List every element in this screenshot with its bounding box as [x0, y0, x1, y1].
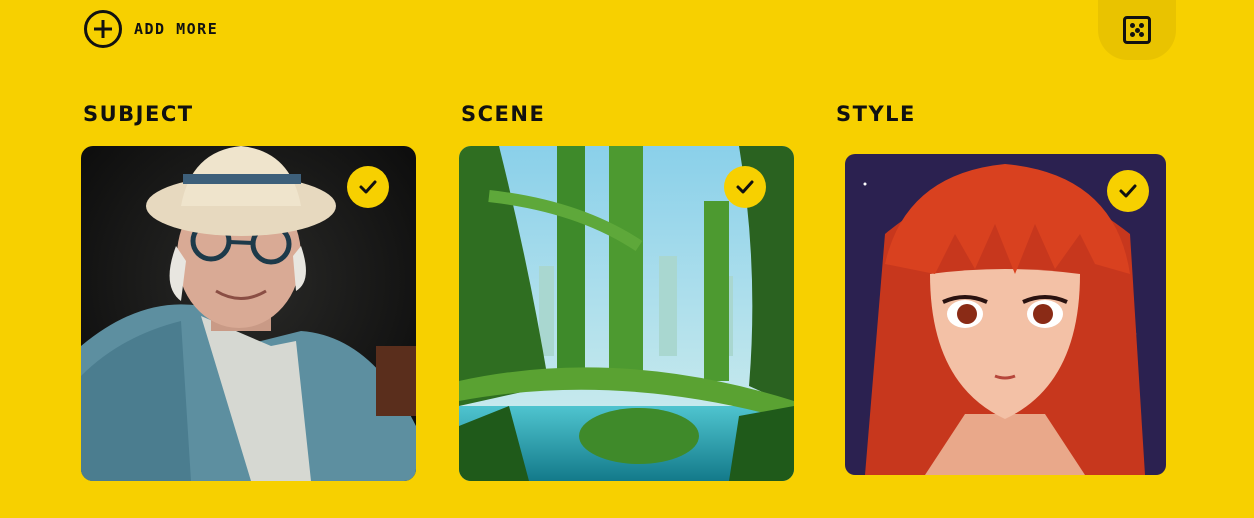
scene-title: SCENE: [461, 102, 546, 126]
subject-selected-check[interactable]: [347, 166, 389, 208]
dice-icon: [1123, 16, 1151, 44]
subject-card[interactable]: [81, 146, 416, 481]
style-selected-check[interactable]: [1107, 170, 1149, 212]
scene-selected-check[interactable]: [724, 166, 766, 208]
plus-circle-icon: [84, 10, 122, 48]
subject-title: SUBJECT: [83, 102, 194, 126]
add-more-button[interactable]: ADD MORE: [84, 10, 218, 48]
checkmark-icon: [736, 180, 754, 194]
style-card[interactable]: [845, 154, 1166, 475]
checkmark-icon: [1119, 184, 1137, 198]
checkmark-icon: [359, 180, 377, 194]
scene-card[interactable]: [459, 146, 794, 481]
style-title: STYLE: [836, 102, 916, 126]
randomize-button[interactable]: [1098, 0, 1176, 60]
add-more-label: ADD MORE: [134, 20, 219, 38]
